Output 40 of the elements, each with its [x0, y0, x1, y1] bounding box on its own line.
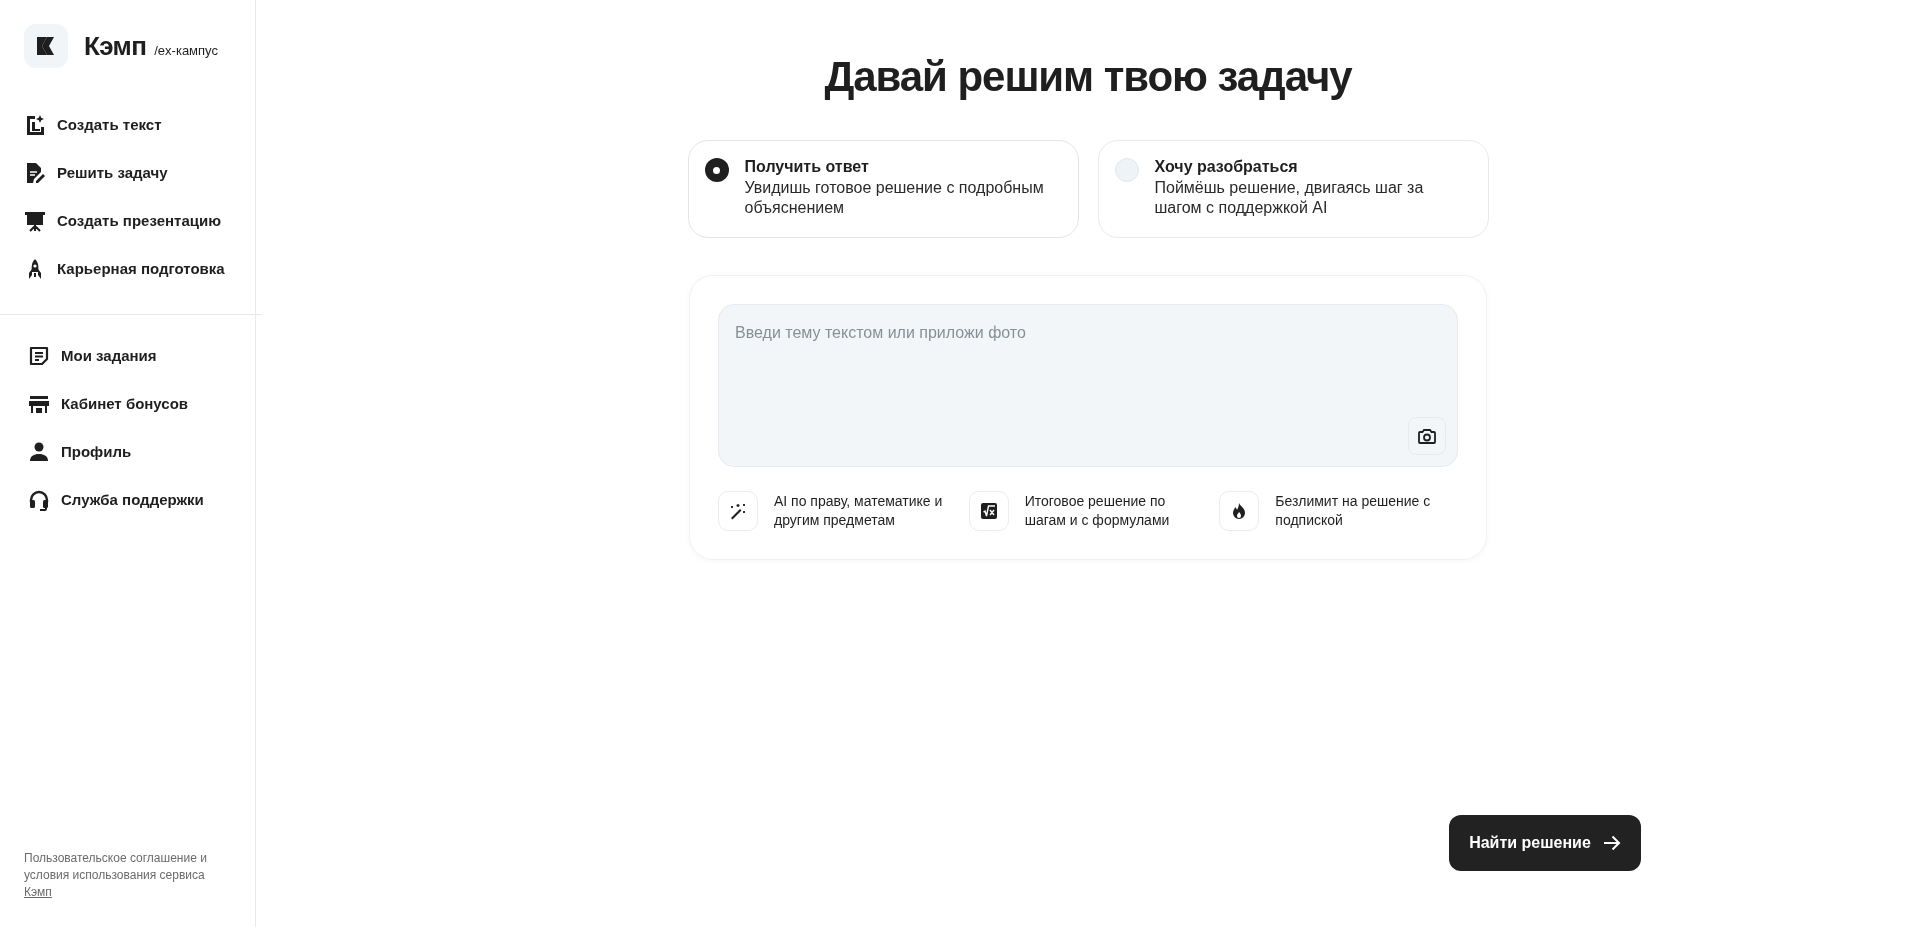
camera-button[interactable] — [1408, 417, 1446, 455]
terms-link[interactable]: Кэмп — [24, 885, 52, 899]
sidebar-item[interactable]: Карьерная подготовка — [24, 252, 225, 286]
note-icon — [28, 345, 50, 367]
sidebar-item[interactable]: Решить задачу — [24, 156, 168, 190]
square-root-icon — [979, 502, 998, 520]
flame-icon — [1231, 502, 1248, 520]
document-pen-icon — [24, 162, 46, 184]
sidebar-item[interactable]: Служба поддержки — [28, 483, 204, 517]
storefront-icon — [28, 393, 50, 415]
sidebar-item[interactable]: Создать текст — [24, 108, 162, 142]
mode-option[interactable]: Получить ответ Увидишь готовое решение с подробным объяснением — [687, 140, 1079, 238]
brand-name: Кэмп — [84, 29, 147, 63]
logo-icon[interactable] — [24, 24, 68, 68]
option-title: Хочу разобраться — [1154, 157, 1299, 177]
feature-text: AI по праву, математике и другим предметам — [774, 492, 944, 530]
headset-icon — [28, 489, 50, 511]
brand-subtitle: /ex-кампус — [154, 41, 218, 60]
feature-text: Итоговое решение по шагам и с формулами — [1024, 492, 1171, 530]
option-description: Увидишь готовое решение с подробным объяснением — [744, 178, 1045, 218]
page-heading: Давай решим твою задачу — [824, 52, 1352, 102]
sidebar-item[interactable]: Мои задания — [28, 339, 157, 373]
sidebar-item[interactable]: Создать презентацию — [24, 204, 222, 238]
option-title: Получить ответ — [744, 157, 870, 177]
easel-icon — [24, 210, 46, 232]
document-sparkle-icon — [24, 114, 46, 136]
task-input-field[interactable]: Введи тему текстом или приложи фото — [718, 304, 1458, 467]
camera-icon — [1418, 428, 1436, 444]
radio-button[interactable] — [1114, 158, 1139, 182]
magic-wand-icon — [728, 501, 748, 521]
radio-button[interactable] — [704, 158, 729, 182]
person-icon — [28, 441, 50, 463]
terms-text: Пользовательское соглашение и условия использования сервиса Кэмп — [24, 850, 208, 901]
sidebar-item[interactable]: Кабинет бонусов — [28, 387, 189, 421]
option-description: Поймёшь решение, двигаясь шаг за шагом с поддержкой AI — [1154, 178, 1425, 218]
mode-option[interactable]: Хочу разобраться Поймёшь решение, двигаясь шаг за шагом с поддержкой AI — [1097, 140, 1489, 238]
find-solution-button[interactable]: Найти решение — [1449, 815, 1641, 871]
arrow-right-icon — [1602, 835, 1621, 851]
feature-text: Безлимит на решение с подпиской — [1275, 492, 1432, 530]
sidebar-item[interactable]: Профиль — [28, 435, 132, 469]
